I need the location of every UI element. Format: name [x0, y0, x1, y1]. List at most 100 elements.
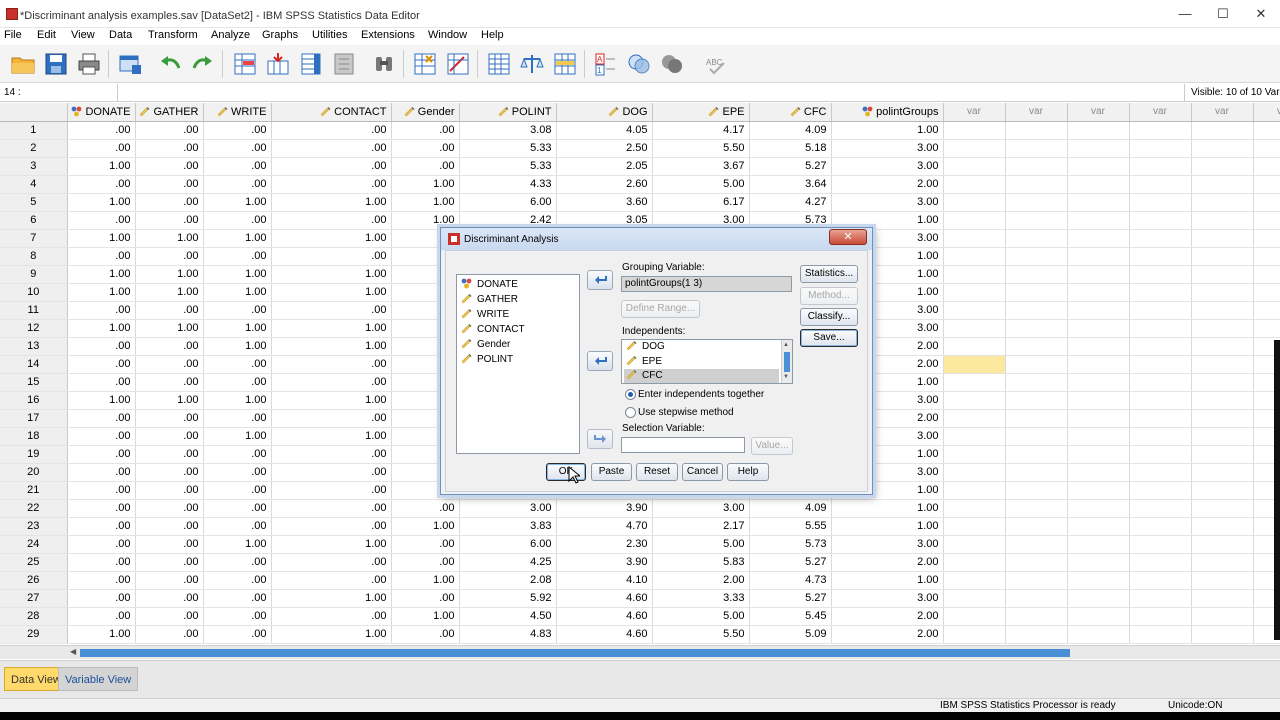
empty-cell[interactable] [1191, 301, 1254, 320]
source-variable-item[interactable]: WRITE [461, 308, 509, 322]
data-cell[interactable]: .00 [203, 157, 272, 176]
empty-cell[interactable] [1191, 481, 1254, 500]
data-cell[interactable]: 1.00 [203, 319, 272, 338]
variables-icon[interactable] [298, 51, 324, 77]
select-cases-icon[interactable] [552, 51, 578, 77]
menu-utilities[interactable]: Utilities [312, 29, 347, 41]
data-cell[interactable]: .00 [135, 211, 204, 230]
data-cell[interactable]: 1.00 [391, 175, 460, 194]
empty-cell[interactable] [1067, 607, 1130, 626]
show-all-variables-icon[interactable] [659, 51, 685, 77]
empty-cell[interactable] [1253, 139, 1280, 158]
data-cell[interactable]: 1.00 [67, 157, 136, 176]
data-cell[interactable]: .00 [391, 553, 460, 572]
data-cell[interactable]: .00 [271, 301, 392, 320]
data-cell[interactable]: 3.00 [831, 535, 944, 554]
empty-cell[interactable] [943, 481, 1006, 500]
scroll-up-icon[interactable]: ▲ [783, 342, 789, 348]
scroll-down-icon[interactable]: ▼ [783, 374, 789, 380]
empty-cell[interactable] [1067, 121, 1130, 140]
data-cell[interactable]: .00 [67, 517, 136, 536]
data-cell[interactable]: 1.00 [135, 283, 204, 302]
empty-cell[interactable] [1129, 139, 1192, 158]
data-cell[interactable]: 1.00 [135, 391, 204, 410]
empty-cell[interactable] [1253, 247, 1280, 266]
row-number[interactable]: 17 [0, 409, 68, 428]
empty-cell[interactable] [943, 157, 1006, 176]
data-cell[interactable]: 4.60 [556, 625, 653, 644]
empty-cell[interactable] [943, 571, 1006, 590]
empty-cell[interactable] [1129, 427, 1192, 446]
data-cell[interactable]: 1.00 [67, 283, 136, 302]
menu-view[interactable]: View [71, 29, 95, 41]
row-number[interactable]: 24 [0, 535, 68, 554]
empty-cell[interactable] [1067, 193, 1130, 212]
data-cell[interactable]: 5.00 [652, 607, 750, 626]
data-cell[interactable]: .00 [67, 175, 136, 194]
data-cell[interactable]: 5.45 [749, 607, 832, 626]
row-number[interactable]: 4 [0, 175, 68, 194]
data-cell[interactable]: 3.83 [459, 517, 557, 536]
data-cell[interactable]: .00 [203, 247, 272, 266]
data-cell[interactable]: 1.00 [831, 499, 944, 518]
source-variable-item[interactable]: GATHER [461, 293, 518, 307]
column-header-polintgroups[interactable]: polintGroups [831, 103, 944, 122]
row-number[interactable]: 12 [0, 319, 68, 338]
empty-cell[interactable] [1253, 157, 1280, 176]
data-cell[interactable]: .00 [203, 211, 272, 230]
data-cell[interactable]: .00 [67, 589, 136, 608]
reset-button[interactable]: Reset [636, 463, 678, 481]
empty-cell[interactable] [1129, 211, 1192, 230]
data-cell[interactable]: .00 [135, 589, 204, 608]
data-cell[interactable]: .00 [135, 409, 204, 428]
empty-cell[interactable] [1129, 337, 1192, 356]
empty-cell[interactable] [1067, 481, 1130, 500]
split-file-icon[interactable] [486, 51, 512, 77]
empty-var-column-header[interactable]: var [1253, 103, 1280, 122]
data-cell[interactable]: 4.17 [652, 121, 750, 140]
empty-cell[interactable] [1191, 193, 1254, 212]
empty-cell[interactable] [1005, 589, 1068, 608]
value-labels-icon[interactable]: A1 [593, 51, 619, 77]
data-cell[interactable]: 1.00 [203, 193, 272, 212]
data-cell[interactable]: .00 [203, 553, 272, 572]
empty-cell[interactable] [1005, 445, 1068, 464]
help-button[interactable]: Help [727, 463, 769, 481]
column-header-dog[interactable]: DOG [556, 103, 653, 122]
row-number[interactable]: 14 [0, 355, 68, 374]
data-cell[interactable]: 5.27 [749, 553, 832, 572]
empty-cell[interactable] [1067, 463, 1130, 482]
empty-cell[interactable] [1067, 535, 1130, 554]
data-cell[interactable]: .00 [271, 463, 392, 482]
grid-corner[interactable] [0, 103, 68, 122]
redo-icon[interactable] [190, 51, 216, 77]
data-cell[interactable]: 5.55 [749, 517, 832, 536]
empty-cell[interactable] [1129, 175, 1192, 194]
table-row[interactable]: 23.00.00.00.00 1.00 3.83 4.70 2.17 5.55 1.00 [0, 517, 1280, 536]
data-cell[interactable]: .00 [203, 175, 272, 194]
table-row[interactable]: 2.00.00.00.00.00 5.33 2.50 5.50 5.18 3.00 [0, 139, 1280, 158]
data-cell[interactable]: .00 [271, 121, 392, 140]
empty-cell[interactable] [943, 463, 1006, 482]
independents-scrollbar[interactable]: ▲ ▼ [781, 340, 792, 383]
empty-cell[interactable] [1067, 517, 1130, 536]
empty-cell[interactable] [1129, 157, 1192, 176]
independents-list[interactable]: ▲ ▼ DOG EPE CFC [621, 339, 793, 384]
empty-cell[interactable] [943, 175, 1006, 194]
data-cell[interactable]: 5.73 [749, 535, 832, 554]
row-number[interactable]: 1 [0, 121, 68, 140]
method-button[interactable]: Method... [800, 287, 858, 305]
empty-cell[interactable] [1129, 319, 1192, 338]
empty-cell[interactable] [943, 391, 1006, 410]
empty-cell[interactable] [1005, 157, 1068, 176]
data-cell[interactable]: .00 [203, 607, 272, 626]
data-cell[interactable]: .00 [135, 625, 204, 644]
empty-cell[interactable] [943, 373, 1006, 392]
scroll-left-icon[interactable]: ◀ [70, 647, 80, 658]
empty-cell[interactable] [1191, 589, 1254, 608]
empty-cell[interactable] [1005, 229, 1068, 248]
data-cell[interactable]: .00 [271, 211, 392, 230]
data-cell[interactable]: 3.60 [556, 193, 653, 212]
empty-cell[interactable] [943, 247, 1006, 266]
data-cell[interactable]: 1.00 [391, 571, 460, 590]
